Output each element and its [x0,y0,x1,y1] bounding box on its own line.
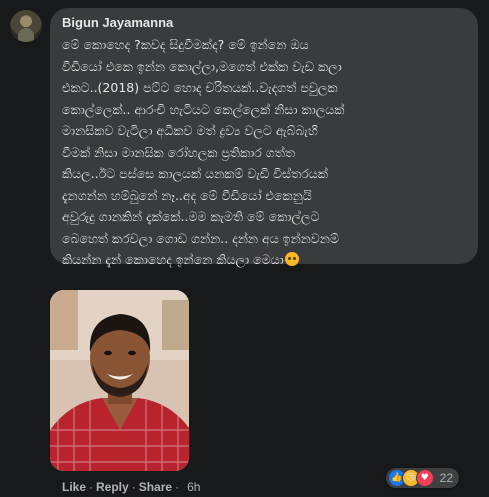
comment-text-line-last: කියන්න දැන් කොහෙද ඉන්නෙ කියලා මෙයා [62,249,466,271]
separator-dot: · [175,480,180,494]
reaction-summary[interactable]: 👍 😢 ♥ 22 [385,468,459,488]
separator-dot: · [131,480,136,494]
separator-dot: · [89,480,94,494]
comment-text-line: මේ කොහෙද ?කවද සිදුවීමක්ද? මේ ඉන්නෙ ඔය [62,37,309,52]
comment-attached-photo[interactable] [50,290,189,471]
commenter-avatar[interactable] [10,10,42,42]
comment-text-line: වීඩියෝ එකෙ ඉන්න කොල්ලා,මගෙත් එක්ක වැඩ කල… [62,58,342,74]
comment-text-line: එකට..(2018) පට්ට හොද චරිතයක්..වැදගත් පවු… [62,80,338,95]
comment-text-line: මානසිකව වැටිලා අධිකව මත් ද්‍රව්‍ය වලට ඇබ… [62,123,318,138]
comment-text-line: වීමක් නිසා මානසික රෝහලක ප්‍රතිකාර ගත්ත [62,144,295,160]
share-button[interactable]: Share [139,480,172,494]
love-reaction-icon: ♥ [415,469,434,487]
like-button[interactable]: Like [62,480,86,494]
photo-illustration [50,290,189,471]
comment-text: කියන්න දැන් කොහෙද ඉන්නෙ කියලා මෙයා [62,252,284,267]
sad-face-emoji-icon [284,252,299,266]
comment-author-name[interactable]: Bigun Jayamanna [62,14,466,31]
comment-text-line: බෙහෙත් කරවලා ගොඩ ගන්න.. දන්න අය ඉන්නවනම් [62,230,339,246]
reply-button[interactable]: Reply [96,480,129,494]
comment-text-line: අවුරුදු ගානකින් දැක්කේ..මම කැමති මේ කොල්… [62,209,320,224]
comment-timestamp[interactable]: 6h [187,480,200,494]
comment-text-line: කියල..ඊට පස්සෙ කාලයක් යනකම් වැඩි විස්තරය… [62,166,328,181]
comment-bubble: Bigun Jayamanna මේ කොහෙද ?කවද සිදුවීමක්ද… [50,8,478,267]
comment-actions: Like · Reply · Share · 6h [62,480,200,494]
comment-text-line: දැනගන්න හම්බුනේ නෑ..අද මේ වීඩියෝ එකෙනුයි [62,187,312,203]
reaction-count: 22 [439,471,453,485]
comment-text-line: කොල්ලෙක්.. ආරංචි හැටියට කෙල්ලෙක් නිසා කා… [62,101,345,117]
